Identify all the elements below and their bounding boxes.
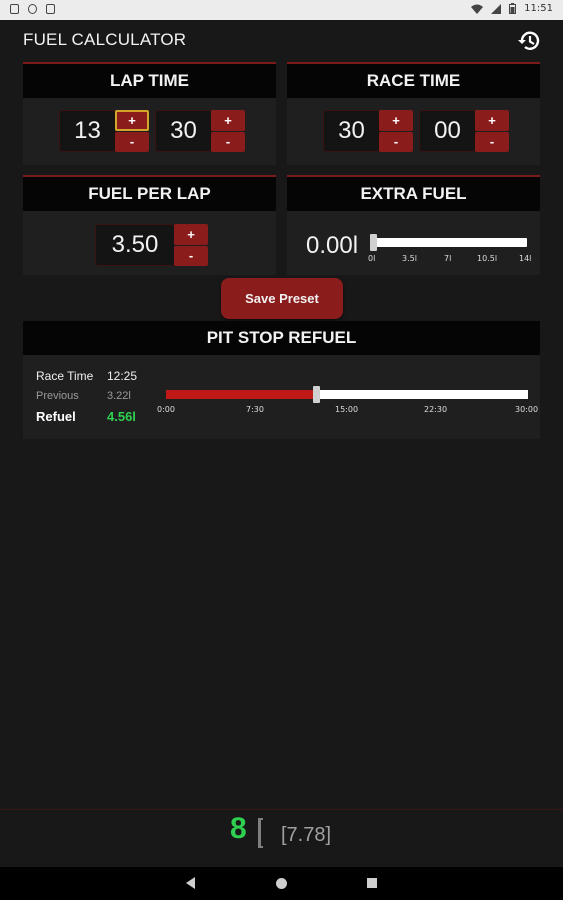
lap-seconds-plus-button[interactable]: + [211, 110, 245, 131]
recents-icon[interactable] [367, 878, 377, 888]
refuel-label: Refuel [36, 409, 76, 424]
extra-fuel-slider-thumb[interactable] [370, 234, 377, 251]
save-preset-button[interactable]: Save Preset [221, 278, 343, 319]
lap-seconds-field[interactable]: 30 [155, 110, 212, 152]
sync-icon [28, 4, 37, 14]
extra-fuel-tick: 0l [368, 254, 376, 263]
home-icon[interactable] [275, 877, 288, 890]
history-icon[interactable] [517, 28, 543, 54]
refuel-value: 4.56l [107, 409, 136, 424]
bracket-divider [258, 818, 263, 848]
race-time-value: 12:25 [107, 369, 138, 383]
lap-minutes-minus-button[interactable]: - [115, 131, 149, 152]
laps-count: 8 [230, 812, 247, 845]
clock: 11:51 [524, 3, 553, 14]
pit-slider-tick: 0:00 [157, 405, 175, 414]
pit-slider-tick: 30:00 [515, 405, 539, 414]
lap-minutes-stepper: 13 + - [59, 110, 149, 152]
extra-fuel-tick: 14l [519, 254, 532, 263]
race-minutes-field[interactable]: 30 [323, 110, 380, 152]
pit-slider-tick: 22:30 [424, 405, 448, 414]
app-bar: FUEL CALCULATOR [0, 20, 563, 62]
extra-fuel-slider-track[interactable] [373, 238, 527, 247]
previous-label: Previous [36, 390, 79, 402]
lap-minutes-plus-button[interactable]: + [115, 110, 149, 131]
fuel-per-lap-field[interactable]: 3.50 [95, 224, 175, 266]
race-time-label: Race Time [36, 369, 94, 383]
lap-time-card: LAP TIME 13 + - 30 + - [23, 62, 276, 165]
sd-card-icon [46, 4, 55, 14]
lap-seconds-stepper: 30 + - [155, 110, 245, 152]
fuel-per-lap-title: FUEL PER LAP [23, 177, 276, 211]
lap-minutes-field[interactable]: 13 [59, 110, 116, 152]
extra-fuel-value: 0.00l [306, 232, 359, 259]
back-icon[interactable] [186, 877, 196, 889]
signal-icon [491, 3, 502, 14]
status-bar: 11:51 [0, 0, 563, 20]
extra-fuel-tick: 10.5l [477, 254, 498, 263]
extra-fuel-title: EXTRA FUEL [287, 177, 540, 211]
pit-slider-progress[interactable] [166, 390, 316, 399]
fuel-per-lap-plus-button[interactable]: + [174, 224, 208, 245]
race-seconds-field[interactable]: 00 [419, 110, 476, 152]
pit-stop-card: PIT STOP REFUEL [23, 321, 540, 439]
race-time-card: RACE TIME 30 + - 00 + - [287, 62, 540, 165]
battery-icon [509, 3, 517, 14]
race-seconds-stepper: 00 + - [419, 110, 509, 152]
previous-value: 3.22l [107, 390, 131, 402]
lap-seconds-minus-button[interactable]: - [211, 131, 245, 152]
laps-exact: [7.78] [281, 824, 332, 846]
race-seconds-minus-button[interactable]: - [475, 131, 509, 152]
race-seconds-plus-button[interactable]: + [475, 110, 509, 131]
pit-slider-tick: 15:00 [335, 405, 359, 414]
notification-icon [10, 4, 19, 14]
fuel-per-lap-stepper: 3.50 + - [95, 224, 208, 266]
fuel-per-lap-card: FUEL PER LAP 3.50 + - [23, 175, 276, 275]
race-time-title: RACE TIME [287, 64, 540, 98]
pit-stop-title: PIT STOP REFUEL [23, 321, 540, 355]
pit-slider-track[interactable] [316, 390, 528, 399]
lap-time-title: LAP TIME [23, 64, 276, 98]
system-nav-bar [0, 867, 563, 900]
race-minutes-minus-button[interactable]: - [379, 131, 413, 152]
fuel-per-lap-minus-button[interactable]: - [174, 245, 208, 266]
pit-slider-thumb[interactable] [313, 386, 320, 403]
race-minutes-stepper: 30 + - [323, 110, 413, 152]
extra-fuel-card: EXTRA FUEL 0.00l 0l 3.5l 7l 10.5l 14l [287, 175, 540, 275]
extra-fuel-tick: 3.5l [402, 254, 417, 263]
wifi-icon [471, 4, 484, 14]
app-title: FUEL CALCULATOR [23, 30, 187, 49]
extra-fuel-tick: 7l [444, 254, 452, 263]
pit-slider-tick: 7:30 [246, 405, 264, 414]
race-minutes-plus-button[interactable]: + [379, 110, 413, 131]
